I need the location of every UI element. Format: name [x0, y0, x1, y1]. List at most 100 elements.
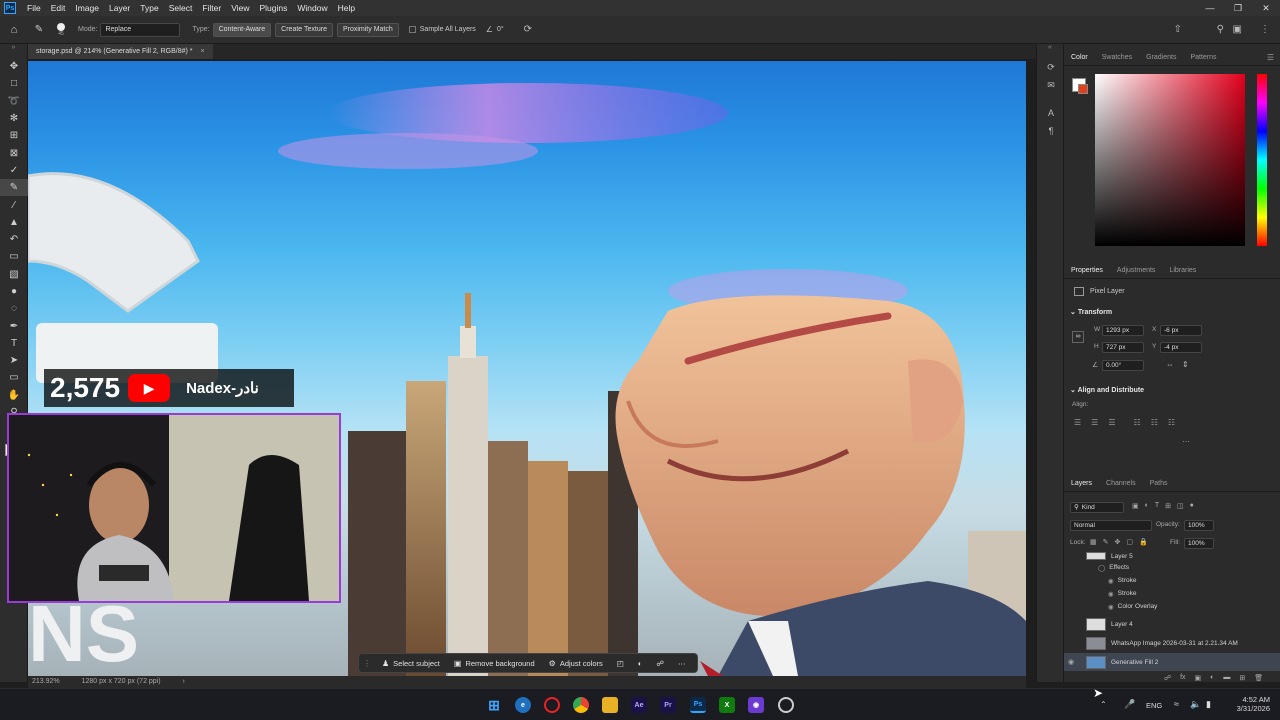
blur-tool-icon[interactable]: ●	[0, 283, 28, 300]
tab-libraries[interactable]: Libraries	[1162, 263, 1203, 279]
align-right-icon[interactable]: ☰	[1108, 418, 1115, 427]
comments-icon[interactable]: ✉	[1037, 76, 1065, 94]
add-mask-icon[interactable]: ▣	[1195, 674, 1202, 682]
tab-adjustments[interactable]: Adjustments	[1110, 263, 1163, 279]
layer-effect-item[interactable]: ◉ Color Overlay	[1064, 600, 1280, 613]
lock-transparent-icon[interactable]: ▦	[1090, 538, 1097, 546]
menu-view[interactable]: View	[226, 0, 254, 16]
fill-field[interactable]: 100%	[1184, 538, 1214, 549]
tab-gradients[interactable]: Gradients	[1139, 50, 1183, 66]
photoshop-taskbar-icon[interactable]: Ps	[690, 697, 706, 713]
xbox-icon[interactable]: X	[719, 697, 735, 713]
clone-stamp-tool-icon[interactable]: ▲	[0, 214, 28, 231]
transform-section-header[interactable]: ⌄ Transform	[1070, 308, 1112, 316]
photoshop-logo-icon[interactable]: Ps	[4, 2, 16, 14]
share-icon[interactable]: ⇧	[1174, 24, 1182, 35]
align-left-icon[interactable]: ☰	[1074, 418, 1081, 427]
menu-file[interactable]: File	[22, 0, 46, 16]
tab-patterns[interactable]: Patterns	[1183, 50, 1223, 66]
layer-filter-select[interactable]: ⚲ Kind	[1070, 502, 1124, 513]
mask-icon[interactable]: ◐	[631, 659, 650, 668]
eraser-tool-icon[interactable]: ▭	[0, 248, 28, 265]
lock-position-icon[interactable]: ✥	[1115, 538, 1121, 546]
visibility-eye-icon[interactable]: ◉	[1064, 658, 1078, 666]
brush-tool-icon[interactable]: ⁄	[0, 196, 28, 213]
document-tab[interactable]: storage.psd @ 214% (Generative Fill 2, R…	[28, 44, 213, 59]
more-options-icon[interactable]: ⋯	[671, 659, 693, 668]
new-group-icon[interactable]: ▬	[1223, 674, 1230, 682]
microphone-icon[interactable]: 🎤	[1124, 699, 1135, 710]
tab-layers[interactable]: Layers	[1064, 476, 1099, 492]
link-icon[interactable]: ☍	[649, 659, 671, 668]
effect-eye-icon[interactable]: ◉	[1108, 577, 1114, 585]
remove-background-button[interactable]: ▣ Remove background	[447, 659, 542, 668]
tab-properties[interactable]: Properties	[1064, 263, 1110, 279]
more-align-icon[interactable]: ⋯	[1182, 437, 1190, 446]
align-middle-icon[interactable]: ☷	[1151, 418, 1158, 427]
color-background-swatch[interactable]	[1078, 84, 1088, 94]
create-texture-button[interactable]: Create Texture	[275, 22, 333, 37]
select-subject-button[interactable]: ♟ Select subject	[375, 659, 447, 668]
y-field[interactable]: -4 px	[1160, 342, 1202, 353]
collapse-icons-icon[interactable]: «	[1037, 44, 1063, 58]
color-field[interactable]	[1095, 74, 1245, 246]
lock-all-icon[interactable]: 🔒	[1139, 538, 1148, 546]
menu-plugins[interactable]: Plugins	[254, 0, 292, 16]
chatgpt-icon[interactable]	[778, 697, 794, 713]
align-bottom-icon[interactable]: ☷	[1168, 418, 1175, 427]
panel-menu-icon[interactable]: ☰	[1267, 53, 1274, 62]
gradient-tool-icon[interactable]: ▧	[0, 266, 28, 283]
search-icon[interactable]: ⚲	[1217, 24, 1224, 35]
edge-browser-icon[interactable]: e	[515, 697, 531, 713]
collapse-toolbox-icon[interactable]: »	[0, 44, 27, 58]
layer-effect-item[interactable]: ◉ Stroke	[1064, 574, 1280, 587]
restore-icon[interactable]: ❐	[1224, 0, 1252, 16]
angle-value[interactable]: 0°	[497, 26, 504, 33]
type-tool-icon[interactable]: T	[0, 335, 28, 352]
delete-layer-icon[interactable]: 🗑	[1254, 674, 1263, 682]
layer-row[interactable]: Layer 4	[1064, 615, 1280, 633]
flip-horizontal-icon[interactable]: ⇔	[1166, 360, 1174, 369]
opera-browser-icon[interactable]	[544, 697, 560, 713]
volume-icon[interactable]: 🔈	[1190, 699, 1201, 710]
minimize-icon[interactable]: —	[1196, 0, 1224, 16]
effect-eye-icon[interactable]: ◉	[1108, 590, 1114, 598]
lock-artboard-icon[interactable]: ▢	[1126, 538, 1133, 546]
layer-row[interactable]: WhatsApp Image 2026-03-31 at 2.21.34 AM	[1064, 634, 1280, 652]
menu-edit[interactable]: Edit	[46, 0, 71, 16]
filter-toggle-icon[interactable]: ●	[1190, 502, 1194, 510]
home-icon[interactable]: ⌂	[0, 24, 28, 36]
premiere-pro-icon[interactable]: Pr	[660, 697, 676, 713]
brush-size-picker[interactable]: 45	[50, 22, 72, 37]
opacity-field[interactable]: 100%	[1184, 520, 1214, 531]
filter-shape-icon[interactable]: ⊞	[1165, 502, 1171, 510]
tab-color[interactable]: Color	[1064, 50, 1095, 66]
language-indicator[interactable]: ENG	[1146, 701, 1162, 710]
frame-tool-icon[interactable]: ⊠	[0, 144, 28, 161]
pen-tool-icon[interactable]: ✒	[0, 317, 28, 334]
angle-field[interactable]: 0.00°	[1102, 360, 1144, 371]
history-icon[interactable]: ⟳	[1037, 58, 1065, 76]
menu-filter[interactable]: Filter	[197, 0, 226, 16]
wifi-icon[interactable]: ≈	[1174, 699, 1179, 709]
more-icon[interactable]: ⋮	[1260, 24, 1270, 35]
pressure-icon[interactable]: ⟳	[524, 24, 532, 35]
effect-eye-icon[interactable]: ◉	[1108, 603, 1114, 611]
fx-icon[interactable]: fx	[1180, 674, 1185, 682]
adjust-colors-button[interactable]: ⚙ Adjust colors	[542, 659, 610, 668]
mode-select[interactable]: Replace	[100, 22, 181, 37]
close-icon[interactable]: ✕	[1252, 0, 1280, 16]
file-explorer-icon[interactable]	[602, 697, 618, 713]
filter-smart-icon[interactable]: ◫	[1177, 502, 1184, 510]
tray-chevron-icon[interactable]: ⌃	[1100, 700, 1107, 709]
menu-layer[interactable]: Layer	[104, 0, 135, 16]
align-section-header[interactable]: ⌄ Align and Distribute	[1070, 386, 1144, 394]
layer-effects-row[interactable]: ◯ Effects	[1064, 561, 1280, 574]
align-top-icon[interactable]: ☷	[1134, 418, 1141, 427]
menu-window[interactable]: Window	[292, 0, 332, 16]
rectangle-tool-icon[interactable]: ▭	[0, 369, 28, 386]
close-tab-icon[interactable]: ×	[200, 48, 204, 55]
healing-brush-tool-icon[interactable]: ✎	[0, 179, 28, 197]
new-layer-icon[interactable]: ⊞	[1239, 674, 1245, 682]
zoom-level[interactable]: 213.92%	[32, 678, 60, 685]
